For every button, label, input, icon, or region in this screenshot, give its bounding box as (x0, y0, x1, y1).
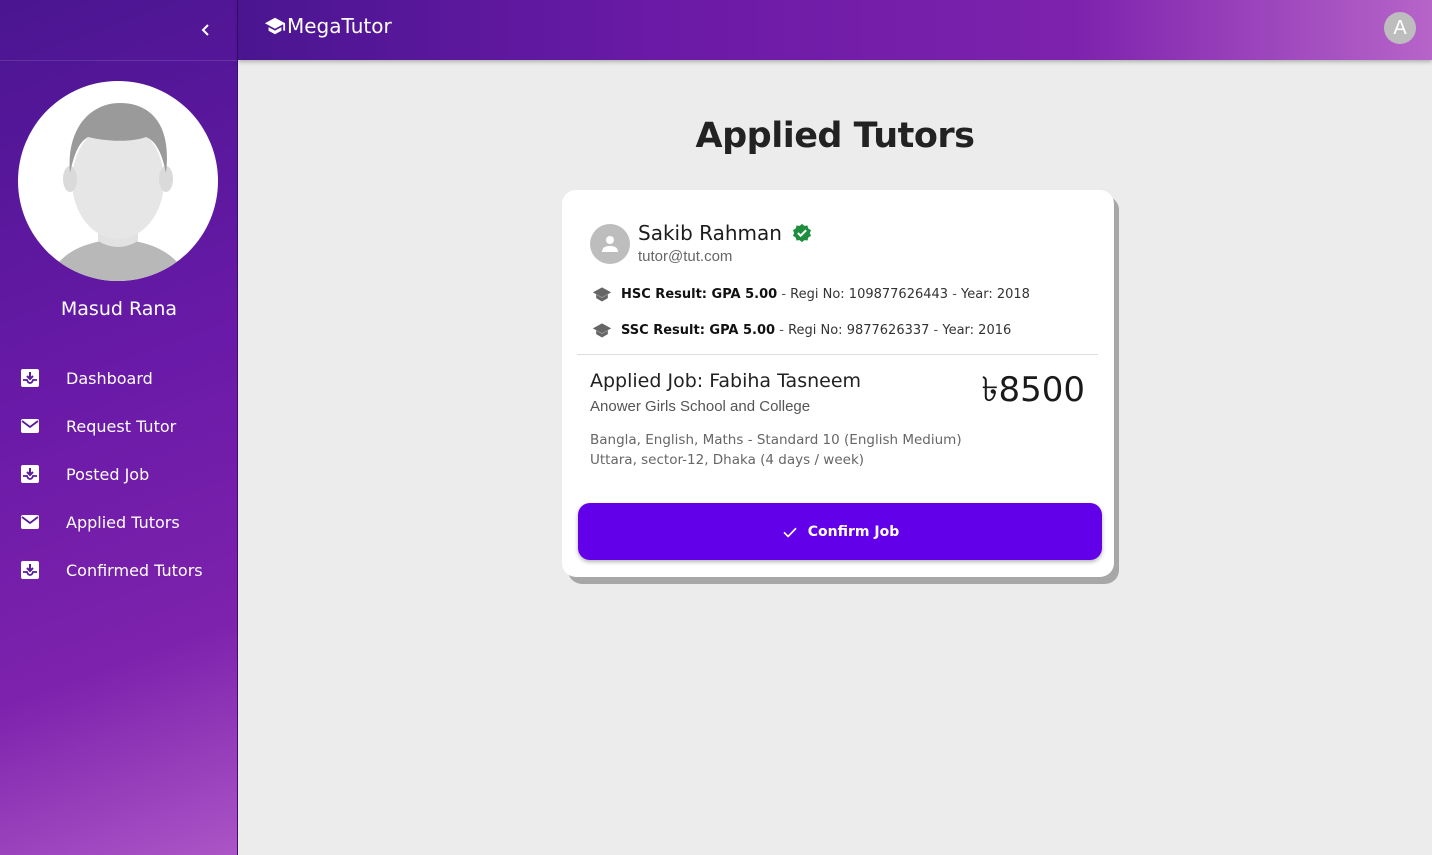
tutor-avatar (590, 224, 630, 264)
person-icon (602, 236, 618, 252)
confirm-job-label: Confirm Job (807, 523, 900, 540)
collapse-sidebar-button[interactable] (193, 17, 219, 43)
tutor-email: tutor@tut.com (638, 248, 733, 265)
sidebar-item-label: Posted Job (66, 464, 150, 484)
brand-name: MegaTutor (287, 14, 392, 38)
verified-icon (792, 223, 811, 243)
job-title: Applied Job: Fabiha Tasneem (590, 370, 862, 392)
job-school: Anower Girls School and College (590, 398, 811, 415)
job-subjects: Bangla, English, Maths - Standard 10 (En… (590, 432, 962, 448)
sidebar-item-dashboard[interactable]: Dashboard (0, 354, 238, 402)
account-avatar[interactable]: A (1384, 12, 1416, 44)
page-title: Applied Tutors (695, 116, 975, 156)
sidebar-nav: Dashboard Request Tutor Posted Job Appli… (0, 354, 238, 594)
mail-icon (20, 512, 40, 532)
sidebar-item-posted-job[interactable]: Posted Job (0, 450, 238, 498)
sidebar-header (0, 0, 237, 61)
inbox-download-icon (20, 560, 40, 580)
job-location: Uttara, sector-12, Dhaka (4 days / week) (590, 452, 865, 468)
ssc-result: SSC Result: GPA 5.00 (621, 322, 776, 338)
sidebar-item-label: Dashboard (66, 368, 153, 388)
separator: - (775, 322, 789, 338)
separator: - (948, 286, 962, 302)
separator: - (777, 286, 791, 302)
sidebar-item-request-tutor[interactable]: Request Tutor (0, 402, 238, 450)
applied-tutor-card: Sakib Rahman tutor@tut.com HSC Result: G… (562, 190, 1114, 577)
hsc-regi: Regi No: 109877626443 (790, 286, 949, 302)
default-person-icon (48, 103, 188, 281)
inbox-download-icon (20, 464, 40, 484)
top-app-bar: MegaTutor A (238, 0, 1432, 60)
chevron-left-icon (201, 24, 209, 36)
school-icon (592, 287, 612, 302)
hsc-result: HSC Result: GPA 5.00 (621, 286, 778, 302)
sidebar-item-applied-tutors[interactable]: Applied Tutors (0, 498, 238, 546)
ssc-year: Year: 2016 (942, 322, 1012, 338)
separator: - (929, 322, 943, 338)
confirm-job-button[interactable]: Confirm Job (578, 503, 1102, 560)
graduation-cap-icon (264, 17, 286, 35)
tutor-name: Sakib Rahman (638, 221, 782, 245)
school-icon (592, 323, 612, 338)
sidebar: Masud Rana Dashboard Request Tutor Poste… (0, 0, 238, 855)
hsc-year: Year: 2018 (961, 286, 1030, 302)
brand-logo[interactable]: MegaTutor (264, 14, 392, 38)
hsc-result-row: HSC Result: GPA 5.00 - Regi No: 10987762… (592, 284, 1030, 304)
sidebar-item-label: Applied Tutors (66, 512, 180, 532)
check-icon (783, 527, 797, 538)
ssc-result-row: SSC Result: GPA 5.00 - Regi No: 98776263… (592, 320, 1011, 340)
tutor-name-row: Sakib Rahman (638, 221, 813, 245)
job-salary: ৳8500 (981, 370, 1085, 410)
profile-name: Masud Rana (60, 298, 178, 320)
sidebar-item-confirmed-tutors[interactable]: Confirmed Tutors (0, 546, 238, 594)
inbox-download-icon (20, 368, 40, 388)
sidebar-item-label: Confirmed Tutors (66, 560, 203, 580)
ssc-regi: Regi No: 9877626337 (788, 322, 930, 338)
mail-icon (20, 416, 40, 436)
divider (577, 354, 1098, 355)
sidebar-item-label: Request Tutor (66, 416, 177, 436)
profile-avatar (18, 81, 218, 281)
